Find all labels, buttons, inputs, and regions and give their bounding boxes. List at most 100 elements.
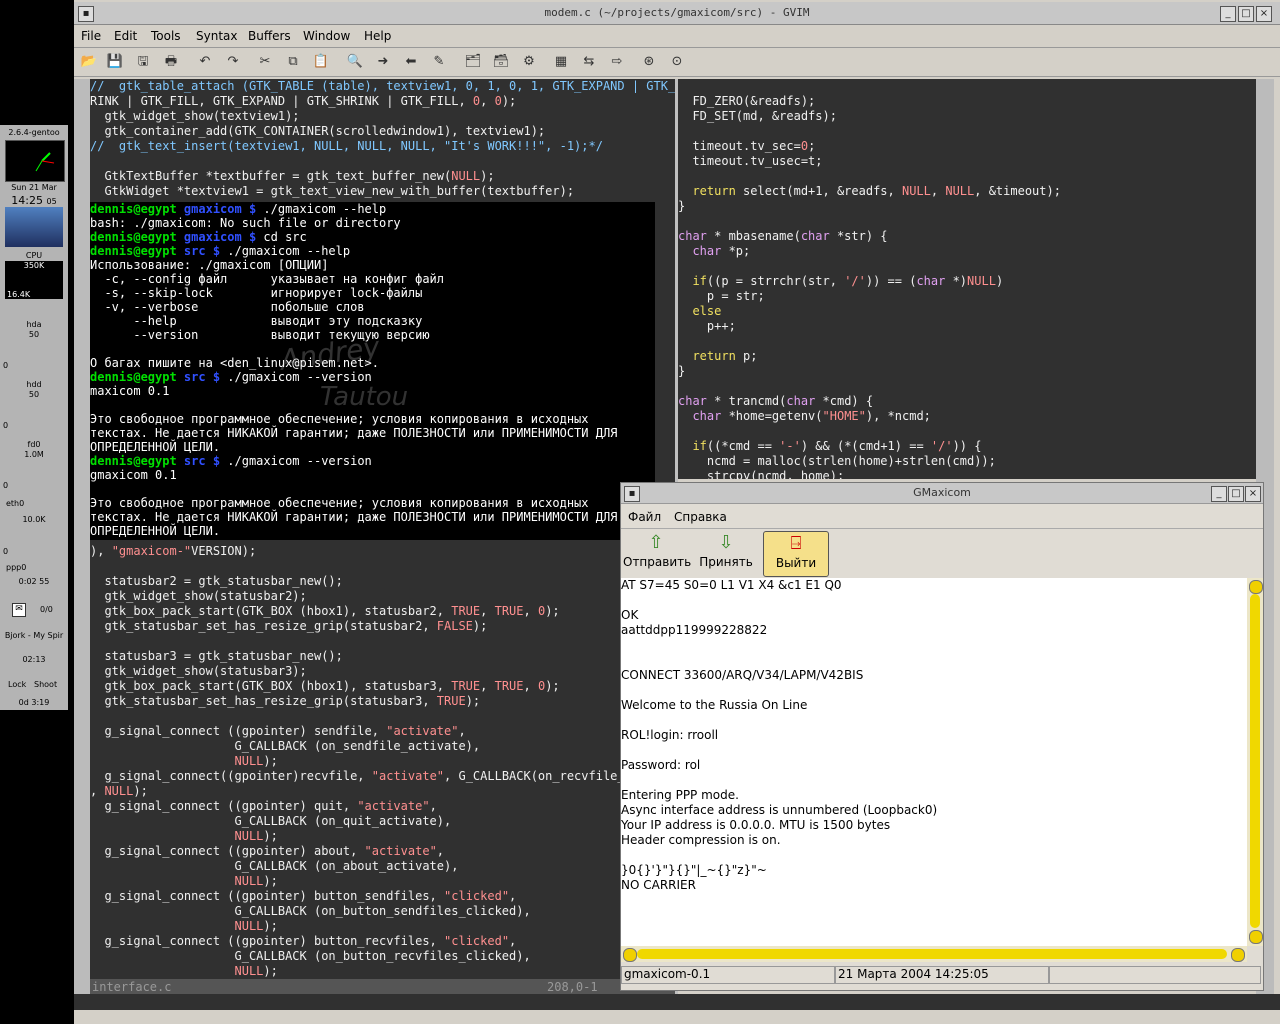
- scroll-up-icon[interactable]: [1249, 580, 1263, 594]
- run-script-icon[interactable]: ⚙: [520, 53, 538, 71]
- menu-help[interactable]: Справка: [674, 510, 727, 524]
- find-next-icon[interactable]: ➜: [374, 53, 392, 71]
- make-icon[interactable]: ▦: [552, 53, 570, 71]
- shell-icon[interactable]: ⇆: [580, 53, 598, 71]
- gvim-titlebar[interactable]: ▪ modem.c (~/projects/gmaxicom/src) - GV…: [74, 2, 1280, 25]
- fd0-label: fd0: [27, 440, 41, 449]
- save-session-icon[interactable]: 🗃: [492, 53, 510, 71]
- minimize-icon[interactable]: _: [1211, 486, 1227, 502]
- terminal-line: gmaxicom 0.1: [90, 468, 177, 482]
- zero-label: 0: [3, 547, 9, 556]
- save-all-icon[interactable]: 🖫: [134, 53, 152, 71]
- log-line: AT S7=45 S0=0 L1 V1 X4 &c1 E1 Q0: [621, 578, 842, 592]
- code-line: g_signal_connect ((gpointer) quit, "acti…: [90, 799, 437, 813]
- lock-button[interactable]: Lock: [8, 680, 26, 689]
- gmaxicom-statusbar: gmaxicom-0.1 21 Марта 2004 14:25:05: [621, 964, 1263, 984]
- gmaxicom-title: GMaxicom: [913, 486, 971, 499]
- left-scrollbar[interactable]: [74, 79, 90, 994]
- find-prev-icon[interactable]: ⬅: [402, 53, 420, 71]
- terminal-log[interactable]: AT S7=45 S0=0 L1 V1 X4 &c1 E1 Q0 OK aattd…: [621, 578, 1247, 946]
- open-icon[interactable]: 📂: [80, 53, 98, 71]
- log-line: Entering PPP mode.: [621, 788, 739, 802]
- right-editor-pane[interactable]: FD_ZERO(&readfs); FD_SET(md, &readfs); t…: [678, 79, 1256, 479]
- scrollbar-thumb[interactable]: [1250, 594, 1260, 928]
- gmaxicom-toolbar: ⇧ Отправить ⇩ Принять ⍈ Выйти: [621, 528, 1263, 579]
- mail-icon[interactable]: ✉: [12, 603, 26, 617]
- terminal-line: dennis@egypt gmaxicom $ cd src: [90, 230, 307, 244]
- help-icon[interactable]: ⊛: [640, 53, 658, 71]
- gvim-title: modem.c (~/projects/gmaxicom/src) - GVIM: [544, 6, 810, 19]
- gmaxicom-titlebar[interactable]: ▪ GMaxicom _ □ ×: [621, 483, 1263, 504]
- terminal-line: dennis@egypt src $ ./gmaxicom --version: [90, 454, 372, 468]
- code-line: G_CALLBACK (on_button_recvfiles_clicked)…: [90, 949, 531, 963]
- log-line: aattddpp119999228822: [621, 623, 768, 637]
- replace-icon[interactable]: ✎: [430, 53, 448, 71]
- save-icon[interactable]: 💾: [106, 53, 124, 71]
- shoot-button[interactable]: Shoot: [34, 680, 57, 689]
- undo-icon[interactable]: ↶: [196, 53, 214, 71]
- code-line: g_signal_connect ((gpointer) button_recv…: [90, 934, 517, 948]
- menu-edit[interactable]: Edit: [114, 29, 137, 43]
- code-line: return select(md+1, &readfs, NULL, NULL,…: [692, 184, 1061, 198]
- log-line: Your IP address is 0.0.0.0. MTU is 1500 …: [621, 818, 891, 832]
- code-line: G_CALLBACK (on_sendfile_activate),: [90, 739, 481, 753]
- exit-button[interactable]: ⍈ Выйти: [763, 531, 829, 577]
- redo-icon[interactable]: ↷: [224, 53, 242, 71]
- menu-syntax[interactable]: Syntax: [196, 29, 237, 43]
- terminal-line: dennis@egypt gmaxicom $ ./gmaxicom --hel…: [90, 202, 387, 216]
- zero-label: 0: [3, 361, 9, 370]
- terminal-window[interactable]: dennis@egypt gmaxicom $ ./gmaxicom --hel…: [90, 202, 655, 540]
- eth0-label: eth0: [6, 499, 25, 508]
- scroll-left-icon[interactable]: [623, 948, 637, 962]
- menu-help[interactable]: Help: [364, 29, 391, 43]
- code-line: char *home=getenv("HOME"), *ncmd;: [692, 409, 931, 423]
- arrow-up-icon: ⇧: [648, 532, 664, 553]
- tags-icon[interactable]: ⇨: [608, 53, 626, 71]
- find-help-icon[interactable]: ⊙: [668, 53, 686, 71]
- send-button[interactable]: ⇧ Отправить: [623, 531, 691, 575]
- log-line: OK: [621, 608, 639, 622]
- load-graph: [5, 207, 63, 247]
- horizontal-scrollbar[interactable]: [621, 946, 1247, 962]
- menu-buffers[interactable]: Buffers: [248, 29, 291, 43]
- scrollbar-thumb[interactable]: [637, 949, 1227, 959]
- cut-icon[interactable]: ✂: [256, 53, 274, 71]
- hdd-value: 50: [28, 390, 40, 399]
- copy-icon[interactable]: ⧉: [284, 53, 302, 71]
- terminal-line: -s, --skip-lock игнорирует lock-файлы: [90, 286, 423, 300]
- zero-label: 0: [3, 421, 9, 430]
- uptime: 0d 3:19: [18, 698, 50, 707]
- player-track: Bjork - My Spir: [4, 631, 64, 640]
- minimize-icon[interactable]: _: [1220, 6, 1236, 22]
- maximize-icon[interactable]: □: [1238, 6, 1254, 22]
- paste-icon[interactable]: 📋: [312, 53, 330, 71]
- code-line: NULL);: [234, 919, 278, 933]
- code-line: gtk_widget_show(statusbar2);: [90, 589, 307, 603]
- ppp0-label: ppp0: [6, 563, 27, 572]
- vertical-scrollbar[interactable]: [1247, 578, 1263, 946]
- maximize-icon[interactable]: □: [1228, 486, 1244, 502]
- receive-button[interactable]: ⇩ Принять: [693, 531, 759, 575]
- scroll-right-icon[interactable]: [1231, 948, 1245, 962]
- code-line: gtk_box_pack_start(GTK_BOX (hbox1), stat…: [90, 679, 560, 693]
- close-icon[interactable]: ×: [1245, 486, 1261, 502]
- scroll-down-icon[interactable]: [1249, 930, 1263, 944]
- print-icon[interactable]: 🖶: [162, 53, 180, 71]
- terminal-line: Это свободное программное обеспечение; у…: [90, 412, 589, 426]
- menu-file[interactable]: Файл: [628, 510, 661, 524]
- status-empty: [1049, 966, 1261, 984]
- load-session-icon[interactable]: 🗂: [464, 53, 482, 71]
- menu-tools[interactable]: Tools: [151, 29, 181, 43]
- find-icon[interactable]: 🔍: [346, 53, 364, 71]
- terminal-output: dennis@egypt gmaxicom $ ./gmaxicom --hel…: [90, 202, 655, 538]
- menu-file[interactable]: File: [81, 29, 101, 43]
- log-line: }0{}'}"}{}"|_~{}"z}"~: [621, 863, 767, 877]
- close-icon[interactable]: ×: [1256, 6, 1272, 22]
- command-line[interactable]: [74, 994, 1280, 1010]
- menu-window[interactable]: Window: [303, 29, 350, 43]
- status-filename: interface.c: [92, 980, 172, 994]
- code-line: statusbar3 = gtk_statusbar_new();: [90, 649, 343, 663]
